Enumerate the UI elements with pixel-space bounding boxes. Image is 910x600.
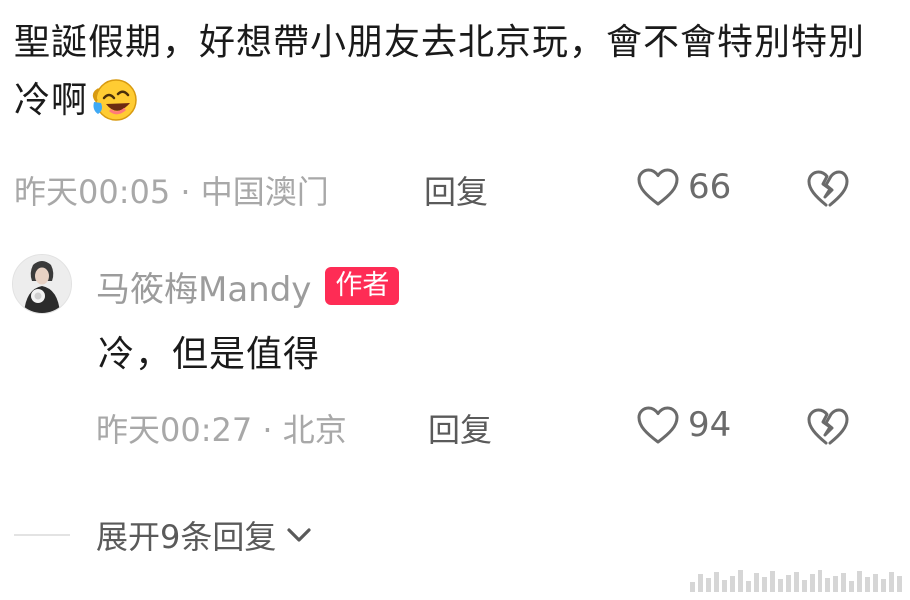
broken-heart-icon bbox=[807, 170, 849, 207]
expand-replies-button[interactable]: 展开9条回复 bbox=[14, 512, 316, 558]
author-header: 马筱梅Mandy 作者 bbox=[96, 262, 400, 311]
author-avatar[interactable] bbox=[12, 254, 72, 314]
reply-like-count: 94 bbox=[688, 405, 732, 445]
broken-heart-icon bbox=[807, 408, 849, 445]
comment-meta: 昨天00:05 · 中国澳门 回复 bbox=[14, 168, 894, 212]
reply-meta: 昨天00:27 · 北京 回复 bbox=[96, 406, 894, 450]
comment-time-location: 昨天00:05 · 中国澳门 bbox=[14, 173, 329, 211]
comment-dislike-button[interactable] bbox=[806, 168, 850, 214]
comment-like-count: 66 bbox=[688, 167, 732, 207]
comment-like-button[interactable]: 66 bbox=[636, 166, 731, 208]
reply-like-button[interactable]: 94 bbox=[636, 404, 731, 446]
reply-time-location: 昨天00:27 · 北京 bbox=[96, 411, 347, 449]
author-name[interactable]: 马筱梅Mandy bbox=[96, 262, 311, 311]
comment-body: 聖誕假期，好想帶小朋友去北京玩，會不會特別特別冷啊 bbox=[14, 22, 866, 121]
expand-divider bbox=[14, 534, 70, 536]
reply-text: 冷，但是值得 bbox=[98, 334, 321, 375]
watermark bbox=[690, 570, 903, 592]
chevron-down-icon bbox=[287, 528, 311, 542]
comment-reply-button[interactable]: 回复 bbox=[424, 167, 488, 213]
heart-outline-icon bbox=[637, 168, 679, 206]
laughing-crying-emoji-icon bbox=[92, 79, 137, 121]
author-badge: 作者 bbox=[325, 267, 400, 305]
reply-dislike-button[interactable] bbox=[806, 406, 850, 452]
comment-text: 聖誕假期，好想帶小朋友去北京玩，會不會特別特別冷啊 bbox=[14, 14, 894, 130]
reply-reply-button[interactable]: 回复 bbox=[428, 405, 492, 451]
author-avatar-image bbox=[13, 255, 71, 313]
heart-outline-icon bbox=[637, 406, 679, 444]
expand-replies-label: 展开9条回复 bbox=[96, 518, 277, 556]
